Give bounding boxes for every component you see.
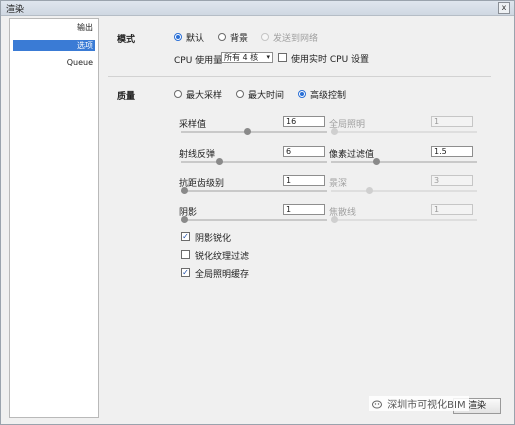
shadows-input[interactable]: 1	[283, 204, 325, 215]
samples-slider[interactable]	[181, 128, 327, 135]
quality-label: 质量	[117, 92, 136, 102]
realtime-cpu-label[interactable]: 使用实时 CPU 设置	[291, 52, 369, 65]
quality-max-samples-radio[interactable]	[174, 90, 182, 98]
mode-default-radio[interactable]	[174, 33, 182, 41]
sidebar-item-output[interactable]: 输出	[75, 22, 95, 33]
sharpen-texture-filter-checkbox[interactable]	[181, 250, 190, 259]
mode-label: 模式	[117, 35, 136, 45]
cpu-usage-select[interactable]: 所有 4 核 ▾	[221, 52, 273, 63]
quality-max-samples-label[interactable]: 最大采样	[186, 88, 222, 101]
watermark: 深圳市可视化BIM	[369, 396, 469, 411]
pixel-filter-slider-thumb[interactable]	[373, 158, 380, 165]
samples-slider-thumb[interactable]	[244, 128, 251, 135]
pixel-filter-input[interactable]: 1.5	[431, 146, 473, 157]
render-dialog: 渲染 x 输出 选项 Queue 模式 默认 背景 发送到网络 CPU 使用量 …	[0, 0, 515, 425]
chevron-down-icon: ▾	[266, 53, 270, 61]
wechat-icon	[372, 400, 382, 409]
quality-advanced-radio[interactable]	[298, 90, 306, 98]
watermark-text: 深圳市可视化BIM	[387, 400, 466, 411]
gi-cache-checkbox[interactable]: ✓	[181, 268, 190, 277]
ray-bounces-label: 射线反弹	[179, 150, 216, 160]
antialias-slider-thumb[interactable]	[181, 187, 188, 194]
mode-default-label[interactable]: 默认	[186, 31, 204, 44]
options-panel: 模式 默认 背景 发送到网络 CPU 使用量 所有 4 核 ▾ 使用实时 CPU…	[101, 18, 506, 416]
section-divider	[108, 76, 491, 77]
close-button[interactable]: x	[498, 2, 510, 14]
gi-slider-thumb[interactable]	[331, 128, 338, 135]
dof-label: 景深	[329, 179, 348, 189]
mode-network-label[interactable]: 发送到网络	[273, 31, 318, 44]
shadow-sharpen-label[interactable]: 阴影锐化	[195, 231, 231, 244]
caustics-slider-thumb[interactable]	[331, 216, 338, 223]
quality-max-time-radio[interactable]	[236, 90, 244, 98]
sharpen-texture-filter-label[interactable]: 锐化纹理过滤	[195, 249, 249, 262]
pixel-filter-slider[interactable]	[331, 158, 477, 165]
ray-bounces-slider[interactable]	[181, 158, 327, 165]
dof-slider-thumb[interactable]	[366, 187, 373, 194]
cpu-usage-value: 所有 4 核	[224, 53, 259, 62]
mode-network-radio[interactable]	[261, 33, 269, 41]
antialias-slider[interactable]	[181, 187, 327, 194]
shadow-sharpen-checkbox[interactable]: ✓	[181, 232, 190, 241]
sidebar-item-options[interactable]: 选项	[13, 40, 95, 51]
gi-input[interactable]: 1	[431, 116, 473, 127]
antialias-input[interactable]: 1	[283, 175, 325, 186]
quality-max-time-label[interactable]: 最大时间	[248, 88, 284, 101]
sidebar-item-queue[interactable]: Queue	[65, 57, 95, 68]
samples-input[interactable]: 16	[283, 116, 325, 127]
dof-slider[interactable]	[331, 187, 477, 194]
ray-bounces-input[interactable]: 6	[283, 146, 325, 157]
ray-bounces-slider-thumb[interactable]	[216, 158, 223, 165]
shadows-slider-thumb[interactable]	[181, 216, 188, 223]
pixel-filter-label: 像素过滤值	[329, 150, 375, 160]
caustics-slider[interactable]	[331, 216, 477, 223]
title-bar[interactable]: 渲染 x	[1, 1, 514, 16]
sidebar: 输出 选项 Queue	[9, 18, 99, 418]
mode-background-radio[interactable]	[218, 33, 226, 41]
samples-label: 采样值	[179, 120, 207, 130]
dof-input[interactable]: 3	[431, 175, 473, 186]
mode-background-label[interactable]: 背景	[230, 31, 248, 44]
gi-slider[interactable]	[331, 128, 477, 135]
gi-cache-label[interactable]: 全局照明缓存	[195, 267, 249, 280]
caustics-input[interactable]: 1	[431, 204, 473, 215]
shadows-slider[interactable]	[181, 216, 327, 223]
cpu-usage-label: CPU 使用量	[174, 56, 223, 66]
realtime-cpu-checkbox[interactable]	[278, 53, 287, 62]
quality-advanced-label[interactable]: 高级控制	[310, 88, 346, 101]
window-title: 渲染	[6, 5, 25, 15]
